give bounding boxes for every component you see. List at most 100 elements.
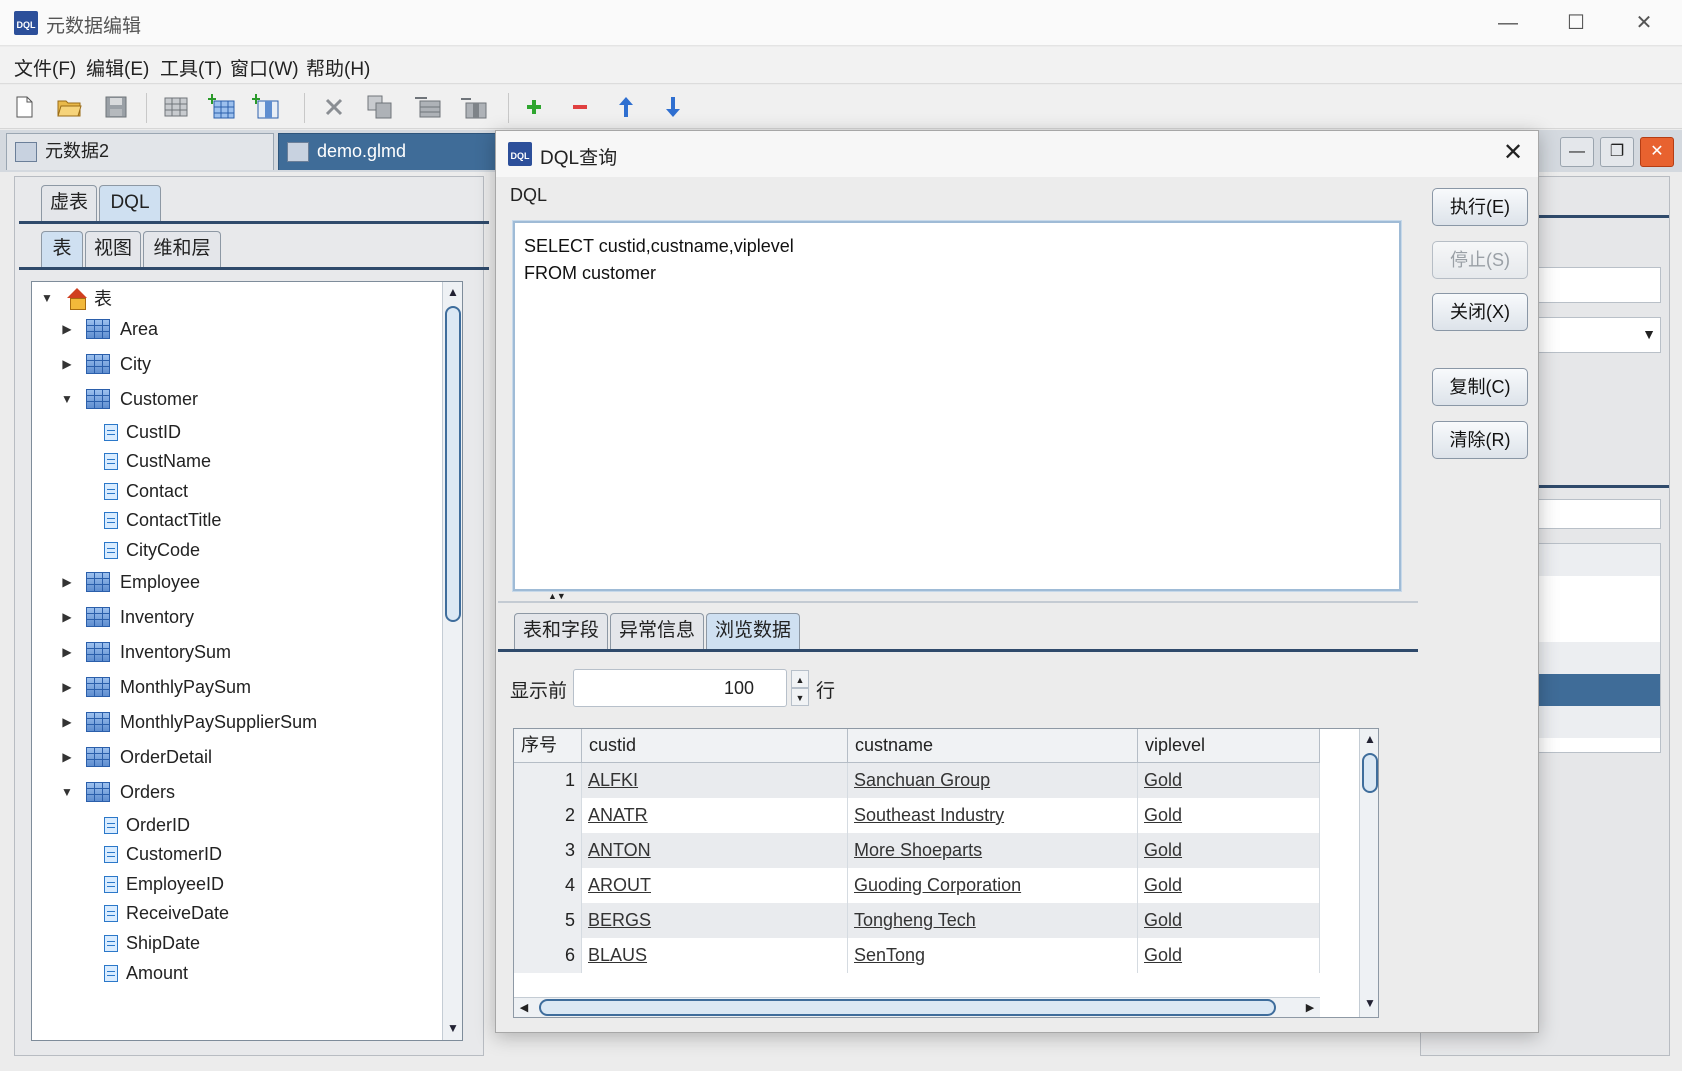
menu-file[interactable]: 文件(F) — [14, 54, 76, 81]
dialog-close-icon[interactable]: ✕ — [1496, 139, 1530, 169]
tree-node-field[interactable]: CityCode — [104, 535, 200, 565]
collapse-arrow-icon[interactable]: ▼ — [40, 291, 54, 305]
splitter[interactable] — [498, 601, 1418, 603]
cell-link[interactable]: Southeast Industry — [854, 805, 1004, 825]
minimize-icon[interactable]: — — [1486, 8, 1530, 38]
splitter-arrows-icon[interactable]: ▲▼ — [548, 591, 566, 601]
grid-vertical-scrollbar[interactable]: ▲ ▼ — [1359, 729, 1378, 1017]
tab-tables[interactable]: 表 — [41, 231, 83, 267]
tree-node-table[interactable]: ▼ Customer — [60, 384, 198, 414]
cell-link[interactable]: Guoding Corporation — [854, 875, 1021, 895]
cell-viplevel[interactable]: Gold — [1138, 833, 1320, 868]
close-icon[interactable]: ✕ — [1622, 8, 1666, 38]
cell-custname[interactable]: Guoding Corporation — [848, 868, 1138, 903]
scroll-up-icon[interactable]: ▲ — [1360, 729, 1378, 749]
move-up-icon[interactable] — [612, 93, 640, 121]
cell-custname[interactable]: Sanchuan Group — [848, 763, 1138, 798]
expand-arrow-icon[interactable]: ▶ — [60, 715, 74, 729]
cell-viplevel[interactable]: Gold — [1138, 798, 1320, 833]
cell-link[interactable]: AROUT — [588, 875, 651, 895]
tab-views[interactable]: 视图 — [85, 231, 141, 267]
cell-custname[interactable]: SenTong — [848, 938, 1138, 973]
cell-link[interactable]: Gold — [1144, 910, 1182, 930]
table-row[interactable]: 2 ANATR Southeast Industry Gold — [514, 798, 1320, 833]
tree-node-field[interactable]: CustomerID — [104, 840, 222, 870]
property-list[interactable] — [1531, 543, 1661, 753]
copy-button[interactable]: 复制(C) — [1432, 368, 1528, 406]
execute-button[interactable]: 执行(E) — [1432, 188, 1528, 226]
cell-custid[interactable]: ANTON — [582, 833, 848, 868]
restore-icon[interactable]: ❐ — [1600, 137, 1634, 167]
tree-node-field[interactable]: EmployeeID — [104, 869, 224, 899]
table-icon[interactable] — [162, 93, 190, 121]
new-file-icon[interactable] — [10, 93, 38, 121]
column-header-custname[interactable]: custname — [848, 729, 1138, 763]
cell-link[interactable]: Gold — [1144, 945, 1182, 965]
tree-node-table[interactable]: ▶ Employee — [60, 567, 200, 597]
close-document-icon[interactable]: ✕ — [1640, 137, 1674, 167]
tree-node-field[interactable]: OrderID — [104, 810, 190, 840]
tree-node-field[interactable]: ShipDate — [104, 928, 200, 958]
open-folder-icon[interactable] — [56, 93, 84, 121]
tab-tables-fields[interactable]: 表和字段 — [514, 613, 608, 649]
spinner-up-icon[interactable]: ▲ — [791, 670, 809, 688]
scroll-down-icon[interactable]: ▼ — [443, 1018, 462, 1038]
cell-link[interactable]: Sanchuan Group — [854, 770, 990, 790]
tree-node-table[interactable]: ▶ MonthlyPaySupplierSum — [60, 707, 317, 737]
cell-link[interactable]: ANTON — [588, 840, 651, 860]
tree-node-field[interactable]: Contact — [104, 476, 188, 506]
cell-viplevel[interactable]: Gold — [1138, 763, 1320, 798]
cell-link[interactable]: BERGS — [588, 910, 651, 930]
menu-window[interactable]: 窗口(W) — [230, 54, 299, 81]
tab-dql[interactable]: DQL — [99, 185, 161, 221]
expand-arrow-icon[interactable]: ▶ — [60, 645, 74, 659]
cell-viplevel[interactable]: Gold — [1138, 903, 1320, 938]
cell-custname[interactable]: Tongheng Tech — [848, 903, 1138, 938]
add-field-icon[interactable] — [252, 93, 280, 121]
table-row[interactable]: 5 BERGS Tongheng Tech Gold — [514, 903, 1320, 938]
tab-dimensions-levels[interactable]: 维和层 — [143, 231, 221, 267]
tab-exception-info[interactable]: 异常信息 — [610, 613, 704, 649]
expand-arrow-icon[interactable]: ▶ — [60, 575, 74, 589]
column-header-index[interactable]: 序号 — [514, 729, 582, 763]
copy-icon[interactable] — [366, 93, 394, 121]
tab-demo-glmd[interactable]: demo.glmd — [278, 133, 508, 170]
tree-node-table[interactable]: ▶ InventorySum — [60, 637, 231, 667]
cell-custid[interactable]: ANATR — [582, 798, 848, 833]
cell-link[interactable]: Tongheng Tech — [854, 910, 976, 930]
cell-link[interactable]: Gold — [1144, 805, 1182, 825]
scroll-thumb[interactable] — [445, 306, 461, 622]
cell-link[interactable]: SenTong — [854, 945, 925, 965]
move-table-icon[interactable] — [414, 93, 442, 121]
add-icon[interactable] — [520, 93, 548, 121]
column-header-custid[interactable]: custid — [582, 729, 848, 763]
spinner-down-icon[interactable]: ▼ — [791, 688, 809, 706]
scroll-left-icon[interactable]: ◀ — [514, 998, 534, 1017]
column-header-viplevel[interactable]: viplevel — [1138, 729, 1320, 763]
menu-edit[interactable]: 编辑(E) — [86, 54, 149, 81]
cell-link[interactable]: Gold — [1144, 840, 1182, 860]
collapse-arrow-icon[interactable]: ▼ — [60, 392, 74, 406]
expand-arrow-icon[interactable]: ▶ — [60, 610, 74, 624]
move-down-icon[interactable] — [659, 93, 687, 121]
property-field[interactable] — [1531, 267, 1661, 303]
expand-arrow-icon[interactable]: ▶ — [60, 750, 74, 764]
expand-arrow-icon[interactable]: ▶ — [60, 680, 74, 694]
cell-link[interactable]: BLAUS — [588, 945, 647, 965]
scroll-thumb[interactable] — [539, 999, 1276, 1016]
scroll-down-icon[interactable]: ▼ — [1360, 993, 1378, 1013]
cell-link[interactable]: ANATR — [588, 805, 648, 825]
menu-tools[interactable]: 工具(T) — [160, 54, 222, 81]
tree-node-table[interactable]: ▼ Orders — [60, 777, 175, 807]
clear-button[interactable]: 清除(R) — [1432, 421, 1528, 459]
menu-help[interactable]: 帮助(H) — [306, 54, 370, 81]
cell-link[interactable]: ALFKI — [588, 770, 638, 790]
cell-viplevel[interactable]: Gold — [1138, 868, 1320, 903]
cell-custid[interactable]: BLAUS — [582, 938, 848, 973]
delete-icon[interactable] — [320, 93, 348, 121]
maximize-icon[interactable]: ☐ — [1554, 8, 1598, 38]
collapse-arrow-icon[interactable]: ▼ — [60, 785, 74, 799]
tree-node-table[interactable]: ▶ OrderDetail — [60, 742, 212, 772]
cell-custid[interactable]: AROUT — [582, 868, 848, 903]
tree-root[interactable]: ▼ 表 — [40, 283, 112, 313]
